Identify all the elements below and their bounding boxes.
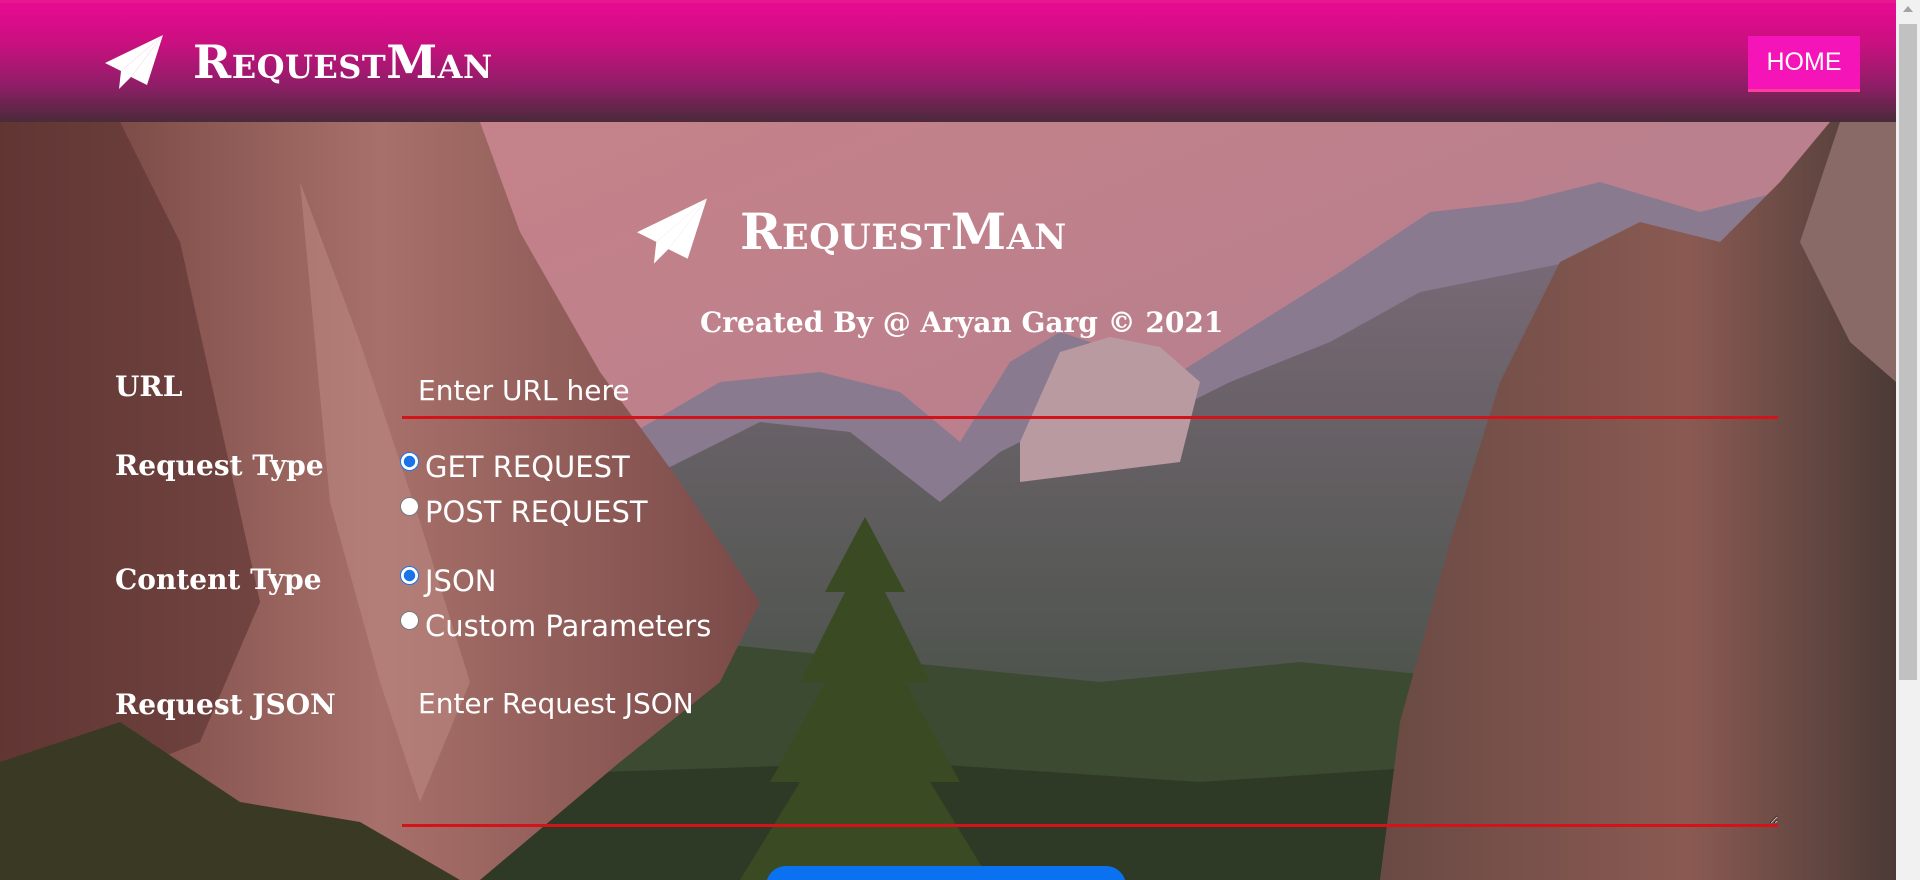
vertical-scrollbar[interactable] bbox=[1896, 0, 1920, 880]
url-label: URL bbox=[115, 370, 183, 403]
submit-button[interactable] bbox=[766, 866, 1126, 880]
post-request-radio[interactable] bbox=[400, 496, 419, 516]
request-json-textarea[interactable] bbox=[402, 683, 1778, 827]
content-type-json-option[interactable]: JSON bbox=[400, 564, 496, 598]
paper-plane-icon bbox=[634, 196, 710, 266]
custom-parameters-label: Custom Parameters bbox=[425, 609, 712, 643]
request-json-label: Request JSON bbox=[115, 688, 336, 721]
post-request-label: POST REQUEST bbox=[425, 495, 648, 529]
navbar-brand-name: RequestMan bbox=[193, 35, 493, 89]
hero-title: RequestMan bbox=[740, 201, 1067, 261]
scrollbar-thumb[interactable] bbox=[1899, 24, 1917, 680]
get-request-radio[interactable] bbox=[400, 451, 419, 471]
navbar-brand[interactable]: RequestMan bbox=[103, 33, 493, 91]
request-type-post-option[interactable]: POST REQUEST bbox=[400, 495, 648, 529]
paper-plane-icon bbox=[103, 33, 165, 91]
get-request-label: GET REQUEST bbox=[425, 450, 630, 484]
content-type-label: Content Type bbox=[115, 563, 322, 596]
top-navbar: RequestMan HOME bbox=[0, 0, 1896, 122]
scroll-up-arrow-icon[interactable] bbox=[1903, 6, 1913, 12]
page-viewport: RequestMan HOME RequestMan Created By @ … bbox=[0, 0, 1896, 880]
url-input[interactable] bbox=[402, 365, 1778, 419]
json-radio[interactable] bbox=[400, 565, 419, 585]
request-type-label: Request Type bbox=[115, 449, 324, 482]
custom-parameters-radio[interactable] bbox=[400, 610, 419, 630]
json-option-label: JSON bbox=[425, 564, 497, 598]
home-button[interactable]: HOME bbox=[1748, 36, 1860, 92]
content-type-custom-option[interactable]: Custom Parameters bbox=[400, 609, 711, 643]
credit-text: Created By @ Aryan Garg © 2021 bbox=[700, 306, 1224, 339]
hero-brand: RequestMan bbox=[634, 196, 1067, 266]
request-type-get-option[interactable]: GET REQUEST bbox=[400, 450, 630, 484]
